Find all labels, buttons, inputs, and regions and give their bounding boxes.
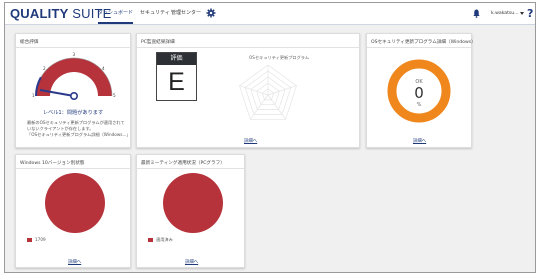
pie-chart xyxy=(163,173,223,233)
bell-icon[interactable] xyxy=(473,9,480,18)
level-text: レベル1：問題があります xyxy=(42,110,104,116)
os-update-card: OSセキュリティ更新プログラム詳細（Windows） OK 0 % 詳細へ xyxy=(366,33,476,148)
nav-dashboard[interactable]: ダッシュボード xyxy=(98,3,134,24)
overall-card: 総合評価 1 2 3 4 5 レベル1：問題があります 最新のOSセキュリティ更… xyxy=(15,33,131,148)
gear-icon[interactable] xyxy=(206,8,216,18)
legend-label: 適用済み xyxy=(156,237,173,242)
pie-slice xyxy=(163,173,223,233)
app-logo[interactable]: QUALITY SUITE xyxy=(10,6,112,21)
evaluation-box: 評価 E xyxy=(156,52,197,101)
radar-axis-label: OSセキュリティ更新プログラム xyxy=(249,55,310,60)
details-link[interactable]: 詳細へ xyxy=(413,138,426,144)
evaluation-label: 評価 xyxy=(157,53,196,65)
gauge-chart: 1 2 3 4 5 xyxy=(32,52,116,100)
details-link[interactable]: 詳細へ xyxy=(244,138,257,144)
top-header: QUALITY SUITE ダッシュボード セキュリティ 管理センター k.wa… xyxy=(5,3,535,25)
legend-swatch xyxy=(148,238,153,242)
donut-unit: % xyxy=(417,102,422,108)
meeting-status-card: 最新ミーティング適用状況（PCグラフ） 適用済み 詳細へ xyxy=(136,154,245,268)
nav-security[interactable]: セキュリティ xyxy=(140,3,170,24)
dashboard-area: 総合評価 1 2 3 4 5 レベル1：問題があります 最新のOSセキュリティ更… xyxy=(5,25,535,272)
user-menu[interactable]: k.wakatsu... xyxy=(491,3,519,24)
windows-version-card: Windows 10バージョン別状態 1709 詳細へ xyxy=(15,154,131,268)
legend-label: 1709 xyxy=(35,237,46,242)
nav-admin-center[interactable]: 管理センター xyxy=(171,3,201,24)
gauge-tick: 1 xyxy=(32,93,35,98)
description-line[interactable]: 「OSセキュリティ更新プログラム詳細（Windows...」 xyxy=(27,132,131,138)
card-title: 総合評価 xyxy=(20,40,39,45)
donut-chart: OK 0 % xyxy=(387,59,451,123)
evaluation-grade: E xyxy=(168,68,185,96)
card-title: OSセキュリティ更新プログラム詳細（Windows） xyxy=(371,40,476,45)
details-link[interactable]: 詳細へ xyxy=(68,259,81,265)
pie-chart xyxy=(45,173,105,233)
details-link[interactable]: 詳細へ xyxy=(185,259,198,265)
app-window: QUALITY SUITE ダッシュボード セキュリティ 管理センター k.wa… xyxy=(4,2,536,273)
pie-slice xyxy=(45,173,105,233)
chevron-down-icon[interactable] xyxy=(520,12,524,15)
legend-swatch xyxy=(27,238,32,242)
help-icon[interactable]: ? xyxy=(527,4,533,24)
gauge-tick: 3 xyxy=(73,52,76,57)
radar-chart xyxy=(239,64,297,120)
pc-audit-card: PC監査結果詳細 評価 E OSセキュリティ更新プログラム 詳細へ xyxy=(136,33,360,148)
card-title: 最新ミーティング適用状況（PCグラフ） xyxy=(141,161,225,166)
card-title: PC監査結果詳細 xyxy=(141,40,175,45)
donut-value: 0 xyxy=(414,84,424,102)
gauge-tick: 4 xyxy=(102,66,105,71)
gauge-tick: 5 xyxy=(113,93,116,98)
card-title: Windows 10バージョン別状態 xyxy=(20,161,85,166)
gauge-pivot xyxy=(69,91,78,100)
gauge-tick: 2 xyxy=(43,66,46,71)
